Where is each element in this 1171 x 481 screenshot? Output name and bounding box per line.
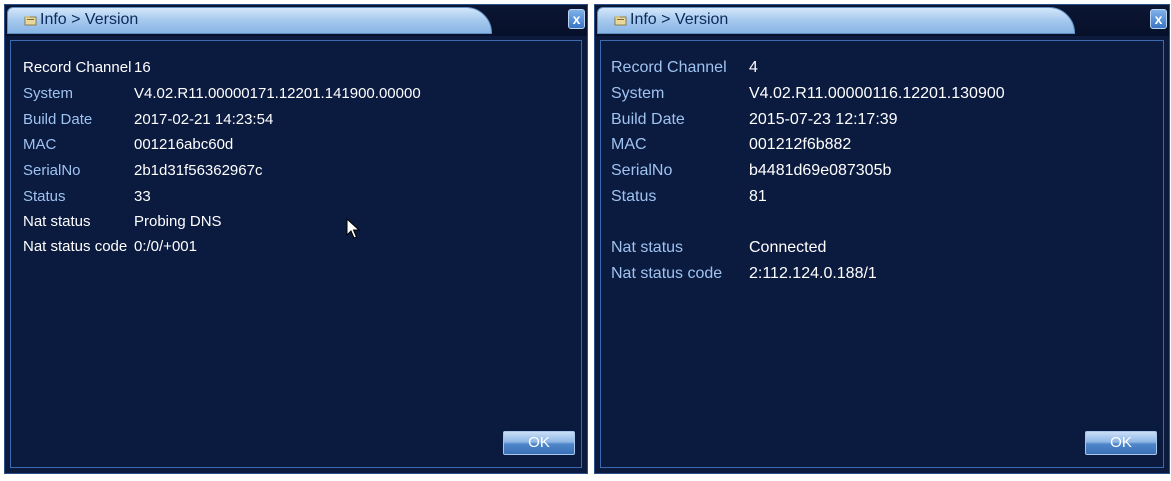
info-value: Probing DNS	[134, 213, 222, 230]
info-panel: Record Channel 16 System V4.02.R11.00000…	[10, 40, 582, 468]
info-label: Build Date	[611, 111, 685, 128]
info-value: b4481d69e087305b	[749, 162, 892, 179]
info-label: Nat status code	[611, 265, 723, 282]
info-label: Status	[23, 188, 66, 205]
window-title: Info > Version	[40, 11, 139, 28]
info-label: Nat status code	[23, 238, 128, 255]
info-label: Record Channel	[611, 59, 727, 76]
title-bar: Info > Version x	[5, 5, 587, 36]
info-value: 001216abc60d	[134, 136, 234, 153]
info-label: System	[23, 85, 74, 102]
info-label: MAC	[611, 136, 647, 153]
version-dialog-right: Info > Version x Record Channel 4 System…	[594, 4, 1170, 474]
info-value: 2b1d31f56362967c	[134, 162, 263, 179]
info-value: 2:112.124.0.188/1	[749, 265, 877, 282]
close-button[interactable]: x	[568, 9, 585, 29]
version-dialog-left: Info > Version x Record Channel 16 Syste…	[4, 4, 588, 474]
info-value: 2015-07-23 12:17:39	[749, 111, 898, 128]
title-tab: Info > Version	[597, 7, 1075, 34]
info-value: 16	[134, 59, 151, 76]
title-tab: Info > Version	[7, 7, 492, 34]
folder-icon	[614, 16, 627, 26]
info-value: 0:/0/+001	[134, 238, 197, 255]
info-label: Nat status	[611, 239, 684, 256]
info-value: Connected	[749, 239, 827, 256]
info-label: Nat status	[23, 213, 91, 230]
info-panel: Record Channel 4 System V4.02.R11.000001…	[600, 40, 1164, 468]
info-value: V4.02.R11.00000171.12201.141900.00000	[134, 85, 421, 102]
info-value: 2017-02-21 14:23:54	[134, 111, 274, 128]
info-label: Build Date	[23, 111, 93, 128]
folder-icon	[24, 16, 37, 26]
title-bar: Info > Version x	[595, 5, 1169, 36]
info-value: 81	[749, 188, 767, 205]
info-label: System	[611, 85, 665, 102]
info-value: 33	[134, 188, 151, 205]
close-button[interactable]: x	[1150, 9, 1167, 29]
mouse-pointer-icon	[346, 218, 360, 239]
info-label: SerialNo	[23, 162, 81, 179]
info-value: 4	[749, 59, 758, 76]
info-value: V4.02.R11.00000116.12201.130900	[749, 85, 1005, 102]
info-label: Record Channel	[23, 59, 132, 76]
info-label: Status	[611, 188, 657, 205]
info-value: 001212f6b882	[749, 136, 852, 153]
window-title: Info > Version	[630, 11, 729, 28]
ok-button[interactable]: OK	[503, 431, 575, 455]
ok-button[interactable]: OK	[1085, 431, 1157, 455]
info-label: MAC	[23, 136, 57, 153]
info-label: SerialNo	[611, 162, 673, 179]
